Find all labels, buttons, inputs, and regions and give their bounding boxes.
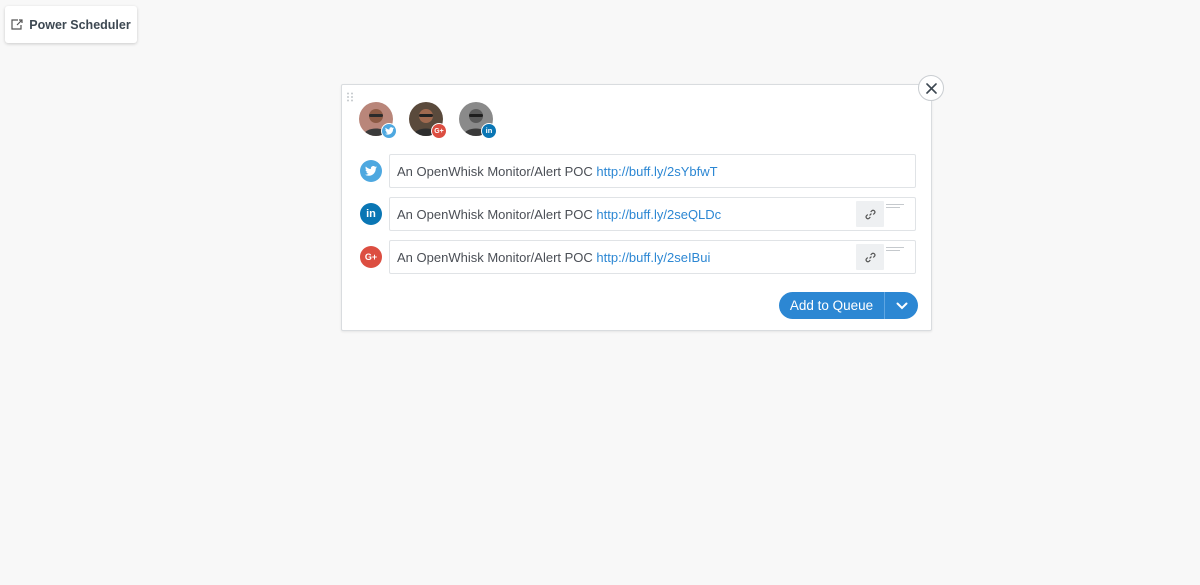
post-text-body: An OpenWhisk Monitor/Alert POC bbox=[397, 207, 597, 222]
post-text-body: An OpenWhisk Monitor/Alert POC bbox=[397, 164, 597, 179]
post-row-google-plus: G+ An OpenWhisk Monitor/Alert POC http:/… bbox=[358, 240, 916, 274]
link-preview-thumbnail[interactable] bbox=[885, 244, 912, 270]
link-icon bbox=[865, 252, 875, 262]
add-to-queue-split-button: Add to Queue bbox=[779, 292, 918, 319]
attach-link-button[interactable] bbox=[856, 244, 884, 270]
add-to-queue-button[interactable]: Add to Queue bbox=[779, 292, 884, 319]
power-scheduler-label: Power Scheduler bbox=[29, 17, 131, 32]
post-text-field-twitter[interactable]: An OpenWhisk Monitor/Alert POC http://bu… bbox=[389, 154, 916, 188]
post-link[interactable]: http://buff.ly/2sYbfwT bbox=[596, 164, 717, 179]
attach-link-button[interactable] bbox=[856, 201, 884, 227]
drag-handle-icon[interactable] bbox=[346, 89, 354, 102]
twitter-icon bbox=[360, 160, 382, 182]
power-scheduler-button[interactable]: Power Scheduler bbox=[5, 6, 137, 43]
twitter-icon bbox=[381, 123, 397, 139]
post-text-body: An OpenWhisk Monitor/Alert POC bbox=[397, 250, 597, 265]
post-text-field-linkedin[interactable]: An OpenWhisk Monitor/Alert POC http://bu… bbox=[389, 197, 916, 231]
post-text: An OpenWhisk Monitor/Alert POC http://bu… bbox=[397, 207, 721, 222]
post-text: An OpenWhisk Monitor/Alert POC http://bu… bbox=[397, 250, 710, 265]
profile-avatar-twitter[interactable] bbox=[359, 102, 397, 139]
profile-avatar-google-plus[interactable]: G+ bbox=[409, 102, 447, 139]
post-text-field-google-plus[interactable]: An OpenWhisk Monitor/Alert POC http://bu… bbox=[389, 240, 916, 274]
linkedin-icon: in bbox=[481, 123, 497, 139]
post-text: An OpenWhisk Monitor/Alert POC http://bu… bbox=[397, 164, 718, 179]
close-icon bbox=[925, 82, 937, 94]
post-row-linkedin: in An OpenWhisk Monitor/Alert POC http:/… bbox=[358, 197, 916, 231]
close-button[interactable] bbox=[918, 75, 944, 101]
profile-avatar-linkedin[interactable]: in bbox=[459, 102, 497, 139]
post-link[interactable]: http://buff.ly/2seQLDc bbox=[596, 207, 721, 222]
post-row-twitter: An OpenWhisk Monitor/Alert POC http://bu… bbox=[358, 154, 916, 188]
google-plus-icon: G+ bbox=[360, 246, 382, 268]
queue-options-button[interactable] bbox=[885, 292, 918, 319]
google-plus-icon: G+ bbox=[431, 123, 447, 139]
external-share-icon bbox=[11, 19, 23, 30]
post-link[interactable]: http://buff.ly/2seIBui bbox=[596, 250, 710, 265]
chevron-down-icon bbox=[896, 302, 907, 309]
linkedin-icon: in bbox=[360, 203, 382, 225]
post-composer: G+ in An OpenWhisk Monitor/Alert POC htt… bbox=[341, 84, 932, 331]
link-icon bbox=[865, 209, 875, 219]
link-preview-thumbnail[interactable] bbox=[885, 201, 912, 227]
